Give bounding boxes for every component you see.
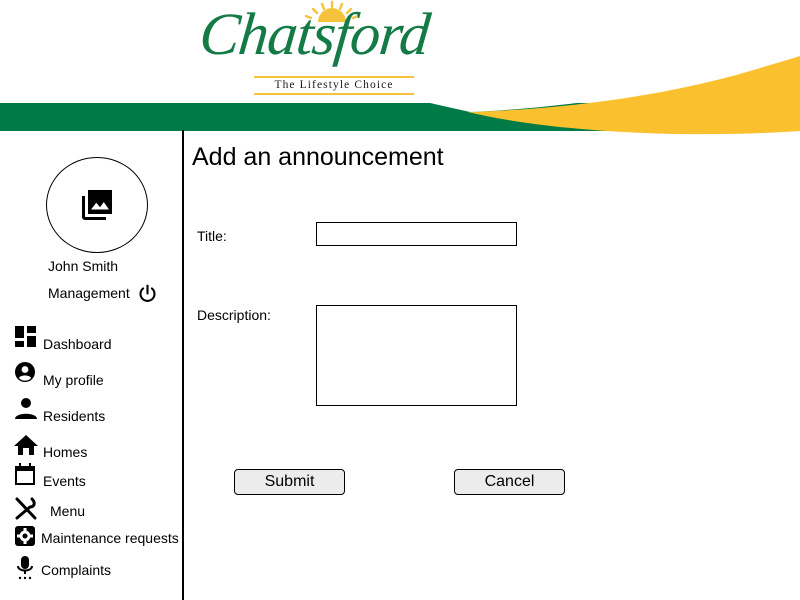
sidebar-item-label: Dashboard (43, 336, 112, 352)
sidebar-divider (182, 130, 184, 600)
header: Chatsford The Lifestyle Choice (0, 0, 800, 140)
sidebar-item-menu[interactable]: Menu (14, 497, 182, 523)
sidebar-item-events[interactable]: Events (14, 463, 182, 489)
sidebar-item-complaints[interactable]: Complaints (14, 556, 182, 582)
sidebar-item-label: Homes (43, 444, 88, 460)
sidebar-item-label: Menu (50, 503, 86, 519)
person-icon (15, 398, 37, 419)
calendar-icon (15, 463, 35, 485)
sidebar-item-homes[interactable]: Homes (14, 434, 182, 460)
sidebar-item-my-profile[interactable]: My profile (14, 361, 182, 388)
user-role: Management (48, 285, 130, 301)
microphone-icon (17, 556, 33, 580)
description-input[interactable] (316, 305, 517, 406)
cancel-button[interactable]: Cancel (454, 469, 565, 495)
user-name: John Smith (48, 258, 119, 274)
description-label: Description: (197, 307, 271, 323)
title-input[interactable] (316, 222, 517, 246)
home-icon (14, 435, 38, 455)
power-icon[interactable] (137, 283, 158, 304)
title-label: Title: (197, 228, 227, 244)
sidebar-item-label: Maintenance requests (41, 530, 179, 546)
sidebar-item-label: Complaints (41, 562, 112, 578)
sidebar-item-label: My profile (43, 372, 104, 388)
sidebar-item-label: Residents (43, 408, 106, 424)
sidebar-item-maintenance-requests[interactable]: Maintenance requests (14, 525, 182, 551)
fork-knife-icon (15, 497, 37, 520)
account-circle-icon (15, 362, 35, 382)
dashboard-icon (15, 326, 36, 347)
submit-button[interactable]: Submit (234, 469, 345, 495)
sidebar-item-label: Events (43, 473, 86, 489)
sidebar-item-dashboard[interactable]: Dashboard (14, 325, 182, 352)
settings-icon (15, 526, 35, 546)
avatar[interactable] (46, 157, 148, 253)
brand-name: Chatsford (196, 1, 433, 67)
page-title: Add an announcement (192, 143, 444, 171)
sidebar-item-residents[interactable]: Residents (14, 397, 182, 424)
photo-library-icon (82, 190, 112, 220)
chatsford-logo: Chatsford The Lifestyle Choice (196, 0, 473, 100)
brand-tagline: The Lifestyle Choice (254, 76, 414, 95)
